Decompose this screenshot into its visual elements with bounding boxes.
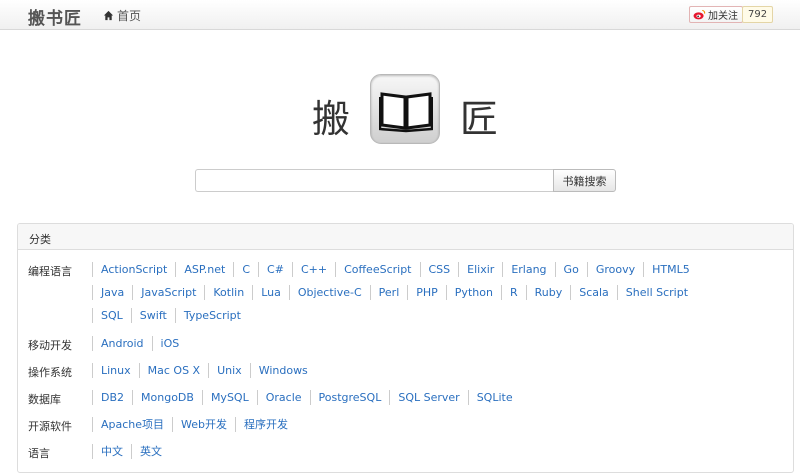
category-link[interactable]: Windows — [249, 363, 316, 378]
category-link[interactable]: R — [500, 285, 526, 300]
category-links: Android iOS — [92, 336, 712, 359]
category-link[interactable]: ActionScript — [92, 262, 175, 277]
category-row: 数据库 DB2 MongoDB MySQL Oracle PostgreSQL SQL Se… — [28, 390, 712, 413]
category-link[interactable]: SQL — [92, 308, 131, 323]
category-links: 中文 英文 — [92, 444, 712, 467]
category-link[interactable]: Swift — [130, 308, 175, 323]
search-button[interactable]: 书籍搜索 — [553, 169, 616, 192]
category-link[interactable]: 英文 — [131, 444, 170, 459]
weibo-icon — [693, 9, 706, 20]
category-link[interactable]: Linux — [92, 363, 139, 378]
category-label: 开源软件 — [28, 420, 72, 433]
category-link[interactable]: SQL Server — [389, 390, 467, 405]
category-link[interactable]: ASP.net — [175, 262, 233, 277]
category-link[interactable]: Ruby — [525, 285, 571, 300]
category-link[interactable]: 程序开发 — [235, 417, 296, 432]
category-row: 操作系统 Linux Mac OS X Unix Windows — [28, 363, 712, 386]
category-link[interactable]: SQLite — [467, 390, 521, 405]
category-row: 语言 中文 英文 — [28, 444, 712, 467]
book-icon — [370, 74, 440, 144]
category-link[interactable]: C++ — [291, 262, 335, 277]
category-links: Linux Mac OS X Unix Windows — [92, 363, 712, 386]
category-link[interactable]: Mac OS X — [138, 363, 208, 378]
search-input[interactable] — [195, 169, 553, 192]
site-logo: 搬 匠 — [0, 72, 800, 148]
category-label: 编程语言 — [28, 265, 72, 278]
follower-count: 792 — [742, 6, 774, 23]
category-link[interactable]: Perl — [369, 285, 408, 300]
category-row: 开源软件 Apache项目 Web开发 程序开发 — [28, 417, 712, 440]
weibo-follow-label: 加关注 — [708, 11, 738, 22]
category-panel: 分类 编程语言 ActionScript ASP.net C C# C++ CoffeeSc… — [17, 223, 794, 473]
category-label: 操作系统 — [28, 366, 72, 379]
category-label: 移动开发 — [28, 339, 72, 352]
category-link[interactable]: Objective-C — [288, 285, 370, 300]
category-link[interactable]: C# — [258, 262, 292, 277]
category-link[interactable]: Shell Script — [616, 285, 696, 300]
category-link[interactable]: Oracle — [256, 390, 310, 405]
category-link[interactable]: Web开发 — [172, 417, 235, 432]
category-link[interactable]: Elixir — [458, 262, 502, 277]
category-link[interactable]: Unix — [208, 363, 250, 378]
category-link[interactable]: CSS — [419, 262, 459, 277]
category-link[interactable]: Java — [92, 285, 132, 300]
category-links: DB2 MongoDB MySQL Oracle PostgreSQL SQL Serve… — [92, 390, 712, 413]
category-link[interactable]: Kotlin — [204, 285, 252, 300]
panel-heading: 分类 — [18, 224, 793, 250]
category-link[interactable]: TypeScript — [174, 308, 249, 323]
top-navbar: 搬书匠 首页 加关注 792 — [0, 0, 800, 30]
category-link[interactable]: Go — [554, 262, 587, 277]
category-link[interactable]: MySQL — [201, 390, 257, 405]
category-link[interactable]: MongoDB — [132, 390, 202, 405]
category-link[interactable]: iOS — [151, 336, 188, 351]
search-bar: 书籍搜索 — [195, 169, 616, 192]
category-label: 数据库 — [28, 393, 61, 406]
category-links: ActionScript ASP.net C C# C++ CoffeeScript CSS… — [92, 262, 712, 331]
logo-char-left: 搬 — [312, 97, 351, 141]
category-label: 语言 — [28, 447, 50, 460]
category-link[interactable]: Erlang — [502, 262, 554, 277]
site-brand[interactable]: 搬书匠 — [28, 4, 82, 29]
category-link[interactable]: Python — [445, 285, 501, 300]
category-link[interactable]: PHP — [407, 285, 446, 300]
home-label: 首页 — [117, 9, 142, 23]
category-links: Apache项目 Web开发 程序开发 — [92, 417, 712, 440]
category-link[interactable]: Groovy — [586, 262, 643, 277]
category-link[interactable]: Lua — [252, 285, 289, 300]
logo-char-right: 匠 — [460, 97, 499, 141]
category-link[interactable]: JavaScript — [132, 285, 204, 300]
category-link[interactable]: Apache项目 — [92, 417, 172, 432]
category-row: 移动开发 Android iOS — [28, 336, 712, 359]
category-link[interactable]: 中文 — [92, 444, 131, 459]
weibo-follow-button[interactable]: 加关注 — [689, 6, 743, 23]
home-icon — [103, 10, 114, 21]
nav-home-link[interactable]: 首页 — [103, 7, 141, 24]
category-link[interactable]: Scala — [570, 285, 617, 300]
category-link[interactable]: Android — [92, 336, 152, 351]
category-link[interactable]: PostgreSQL — [309, 390, 390, 405]
category-link[interactable]: CoffeeScript — [335, 262, 419, 277]
category-row: 编程语言 ActionScript ASP.net C C# C++ CoffeeScrip… — [28, 262, 712, 331]
category-link[interactable]: DB2 — [92, 390, 132, 405]
category-link[interactable]: C — [233, 262, 258, 277]
category-link[interactable]: HTML5 — [643, 262, 698, 277]
